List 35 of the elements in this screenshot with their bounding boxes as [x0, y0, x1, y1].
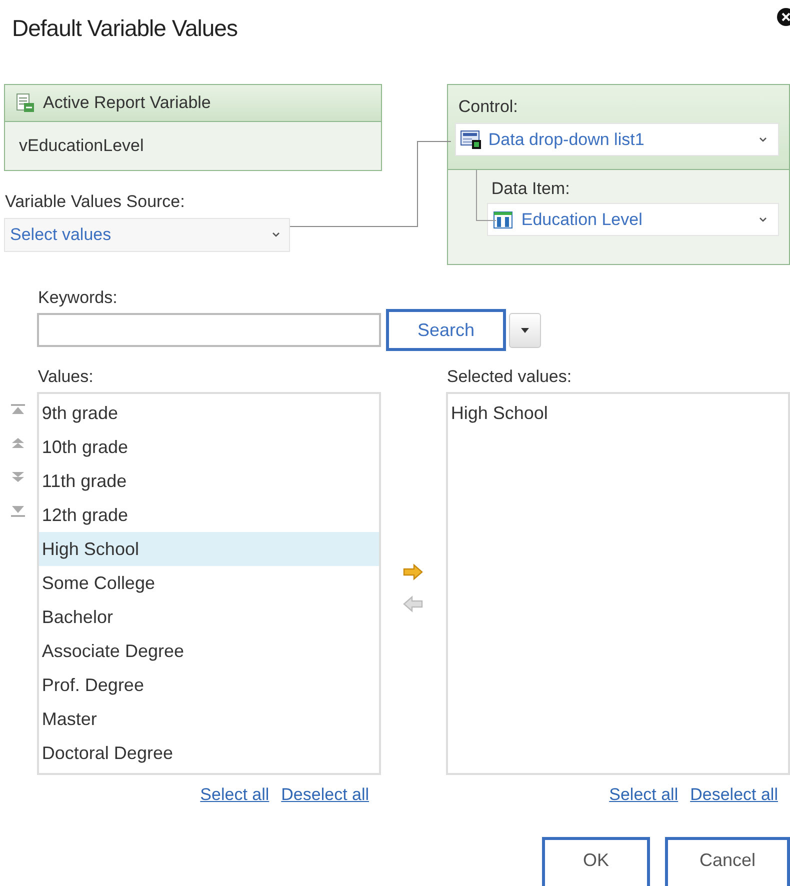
report-variable-icon — [15, 93, 35, 113]
data-item-dropdown[interactable]: Education Level — [487, 203, 780, 236]
move-down-icon[interactable] — [11, 472, 26, 484]
select-all-link[interactable]: Select all — [609, 782, 678, 808]
deselect-all-link[interactable]: Deselect all — [690, 782, 778, 808]
panel-header: Active Report Variable — [43, 92, 211, 114]
field-label: Variable Values Source: — [4, 191, 186, 213]
ok-button[interactable]: OK — [542, 836, 650, 886]
select-all-link[interactable]: Select all — [200, 782, 270, 808]
search-button[interactable]: Search — [386, 309, 506, 351]
list-item[interactable]: High School — [38, 532, 380, 566]
cancel-button[interactable]: Cancel — [665, 836, 790, 886]
chevron-down-icon — [758, 216, 768, 223]
move-to-top-icon[interactable] — [11, 404, 26, 416]
close-icon[interactable] — [776, 7, 790, 27]
field-label: Values: — [36, 367, 94, 387]
variable-name: vEducationLevel — [19, 135, 144, 158]
field-label: Keywords: — [38, 288, 118, 308]
chevron-down-icon — [758, 136, 768, 143]
keywords-field[interactable] — [37, 313, 381, 347]
chevron-down-icon — [271, 231, 281, 238]
caret-down-icon — [521, 328, 529, 332]
move-up-icon[interactable] — [11, 438, 26, 450]
control-dropdown[interactable]: Data drop-down list1 — [455, 123, 780, 156]
field-label: Data Item: — [490, 178, 571, 200]
column-icon — [493, 210, 514, 228]
arrow-right-icon[interactable] — [402, 562, 424, 582]
move-to-bottom-icon[interactable] — [11, 506, 26, 518]
field-label: Selected values: — [446, 367, 573, 387]
source-dropdown[interactable]: Select values — [4, 218, 290, 252]
deselect-all-link[interactable]: Deselect all — [281, 782, 370, 808]
dialog-title: Default Variable Values — [12, 14, 238, 43]
dropdown-list-icon — [460, 130, 482, 150]
field-label: Control: — [457, 97, 519, 117]
search-options-button[interactable] — [509, 312, 541, 348]
